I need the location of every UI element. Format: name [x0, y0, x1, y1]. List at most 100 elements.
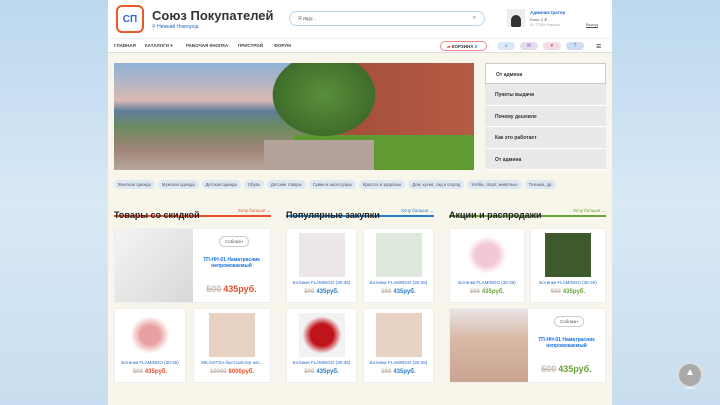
product-image — [450, 309, 528, 382]
category-chip[interactable]: Дом, кухня, сад и огород — [408, 180, 465, 189]
product-name[interactable]: Ботинки FLAMINGO (30-36) — [115, 360, 185, 365]
category-chip[interactable]: Хобби, спорт, животные — [467, 180, 522, 189]
nav-home[interactable]: ГЛАВНАЯ — [114, 43, 136, 48]
section-title: Акции и распродажи — [449, 210, 542, 220]
bell-icon[interactable]: ♫ — [497, 42, 515, 50]
product-name[interactable]: ТП-НН-01 Наматрасник непромокаемый — [197, 257, 266, 269]
category-chip[interactable]: Мужская одежда — [157, 180, 199, 189]
heart-icon[interactable]: ♥ — [543, 42, 561, 50]
product-tag: Соблазн — [219, 236, 249, 247]
search-input[interactable]: Я ищу... ⌕ — [289, 11, 485, 26]
category-chip[interactable]: Женская одежда — [114, 180, 155, 189]
header: СП Союз Покупателей ⚲ Нижний Новгород Я … — [108, 0, 612, 38]
cart-count: 2 — [474, 44, 478, 49]
product-card[interactable]: Ботинки FLAMINGO (30-36) 500 435руб. — [286, 228, 357, 303]
hero-banner[interactable] — [114, 63, 474, 170]
product-price: 500 435руб. — [381, 289, 416, 295]
logout-link[interactable]: Выход — [586, 22, 598, 27]
product-image — [375, 313, 422, 357]
city-selector[interactable]: ⚲ Нижний Новгород — [152, 24, 198, 30]
product-image — [115, 229, 193, 302]
category-chips: Женская одежда Мужская одежда Детская од… — [114, 180, 610, 189]
product-name[interactable]: Ботинки FLAMINGO (30-36) — [531, 280, 605, 285]
product-price: 500 435руб. — [132, 369, 168, 375]
product-image — [375, 233, 422, 277]
logo[interactable]: СП — [116, 5, 144, 33]
product-tag: Соблазн — [554, 316, 584, 327]
product-price: 500 435руб. — [304, 369, 339, 375]
product-card[interactable]: Ботинки FLAMINGO (30-36) 500 435руб. — [363, 228, 434, 303]
side-menu-item[interactable]: Почему дешевле — [485, 105, 606, 128]
category-chip[interactable]: Детские товары — [266, 180, 306, 189]
product-price: 500 435руб. — [550, 289, 586, 295]
side-menu-item[interactable]: От админа — [485, 63, 606, 85]
more-link[interactable]: Хочу больше → — [238, 208, 271, 213]
product-card[interactable]: Ботинки FLAMINGO (30-36) 500 435руб. — [286, 308, 357, 383]
nav-catalogs[interactable]: КАТАЛОГИ ▾ — [145, 43, 173, 49]
menu-icon[interactable]: ≡ — [596, 42, 601, 51]
side-menu-item[interactable]: Пункты выдачи — [485, 84, 606, 106]
category-chip[interactable]: Обувь — [243, 180, 264, 189]
product-card[interactable]: Ботинки FLAMINGO (30-36) 500 435руб. — [530, 228, 606, 303]
product-card[interactable]: Соблазн ТП-НН-01 Наматрасник непромокаем… — [114, 228, 271, 303]
user-balance: Банк: 0 ₽ — [530, 17, 547, 22]
user-name[interactable]: Администратор — [530, 10, 565, 15]
product-image — [209, 313, 255, 357]
search-placeholder: Я ищу... — [298, 16, 317, 22]
page: СП Союз Покупателей ⚲ Нижний Новгород Я … — [108, 0, 612, 405]
product-card[interactable]: Ботинки FLAMINGO (30-36) 500 435руб. — [449, 228, 525, 303]
category-chip[interactable]: Красота и здоровье — [358, 180, 406, 189]
nav-work-button[interactable]: РАБОЧАЯ КНОПКА — [186, 43, 228, 48]
search-icon[interactable]: ⌕ — [473, 15, 476, 22]
product-name[interactable]: MILAVITSA бюстгальтер нат... — [194, 360, 270, 365]
scroll-to-top-button[interactable]: ▲ НАВЕРХ — [677, 362, 703, 390]
brand-name[interactable]: Союз Покупателей — [152, 8, 274, 23]
arrow-up-icon: ▲ — [685, 367, 695, 378]
category-chip[interactable]: Детская одежда — [201, 180, 241, 189]
mail-icon[interactable]: ✉ — [520, 42, 538, 50]
section-discounts: Товары со скидкой Хочу больше → — [114, 205, 271, 220]
product-name[interactable]: Ботинки FLAMINGO (30-36) — [364, 360, 433, 365]
cart-label: КОРЗИНА — [451, 44, 474, 49]
product-image — [464, 233, 510, 277]
cart-button[interactable]: ▰ КОРЗИНА 2 — [440, 41, 487, 51]
main-nav: ГЛАВНАЯ КАТАЛОГИ ▾ РАБОЧАЯ КНОПКА ПРИСТР… — [108, 38, 612, 53]
product-price: 10000 8000руб. — [209, 369, 255, 375]
side-menu-item[interactable]: Как это работает — [485, 127, 606, 149]
product-price: 500 435руб. — [469, 289, 505, 295]
nav-forum[interactable]: ФОРУМ — [274, 43, 291, 48]
scroll-to-top-label: НАВЕРХ — [683, 386, 697, 390]
product-name[interactable]: Ботинки FLAMINGO (30-36) — [364, 280, 433, 285]
section-title: Популярные закупки — [286, 210, 380, 220]
product-image — [545, 233, 591, 277]
section-popular: Популярные закупки Хочу больше → — [286, 205, 434, 220]
product-card[interactable]: MILAVITSA бюстгальтер нат... 10000 8000ру… — [193, 308, 271, 383]
category-chip[interactable]: Сумки и аксессуары — [308, 180, 356, 189]
nav-pristroy[interactable]: ПРИСТРОЙ — [238, 43, 263, 48]
product-price: 500 435руб. — [541, 364, 592, 374]
avatar[interactable] — [507, 9, 525, 27]
product-name[interactable]: Ботинки FLAMINGO (30-36) — [287, 360, 356, 365]
user-id: ID: 27358 Новичок — [530, 23, 560, 27]
side-menu-item[interactable]: От админа — [485, 148, 606, 170]
product-price: 500 435руб. — [206, 284, 257, 294]
product-price: 500 435руб. — [304, 289, 339, 295]
product-image — [298, 313, 345, 357]
product-card[interactable]: Ботинки FLAMINGO (30-36) 500 435руб. — [114, 308, 186, 383]
more-link[interactable]: Хочу больше → — [573, 208, 606, 213]
product-name[interactable]: ТП-НН-01 Наматрасник непромокаемый — [532, 337, 601, 349]
side-menu: От админа Пункты выдачи Почему дешевле К… — [485, 63, 606, 170]
product-image — [298, 233, 345, 277]
help-icon[interactable]: ? — [566, 42, 584, 50]
product-price: 500 435руб. — [381, 369, 416, 375]
more-link[interactable]: Хочу больше → — [401, 208, 434, 213]
product-image — [127, 313, 173, 357]
product-name[interactable]: Ботинки FLAMINGO (30-36) — [450, 280, 524, 285]
category-chip[interactable]: Техника, др. — [524, 180, 557, 189]
product-name[interactable]: Ботинки FLAMINGO (30-36) — [287, 280, 356, 285]
section-promos: Акции и распродажи Хочу больше → — [449, 205, 606, 220]
product-card[interactable]: Соблазн ТП-НН-01 Наматрасник непромокаем… — [449, 308, 606, 383]
city-label: Нижний Новгород — [157, 24, 199, 30]
section-title: Товары со скидкой — [114, 210, 200, 220]
product-card[interactable]: Ботинки FLAMINGO (30-36) 500 435руб. — [363, 308, 434, 383]
